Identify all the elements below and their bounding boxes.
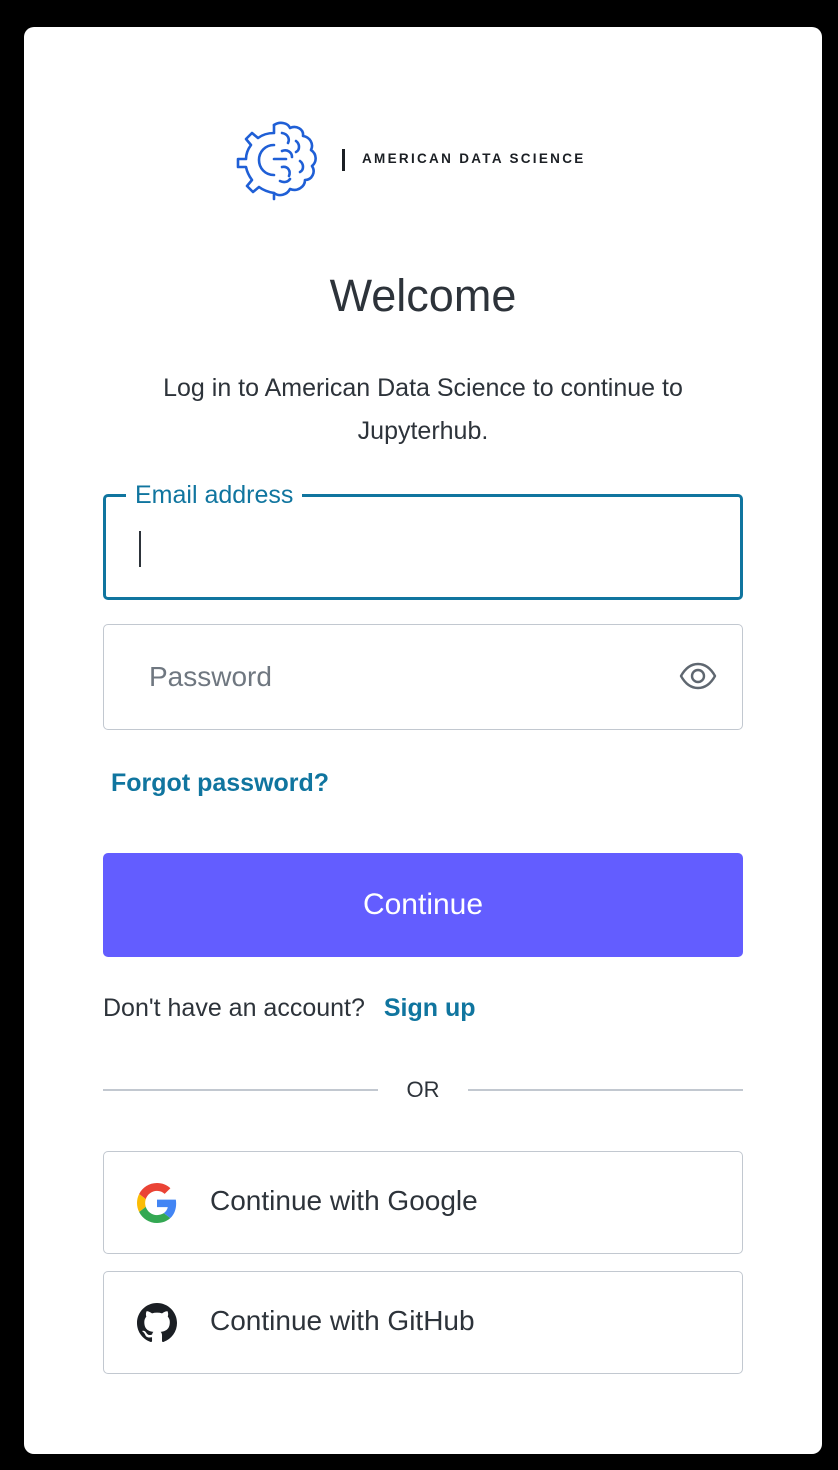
continue-with-google-button[interactable]: Continue with Google bbox=[103, 1151, 743, 1254]
password-placeholder: Password bbox=[149, 661, 272, 692]
signup-row: Don't have an account? Sign up bbox=[103, 994, 476, 1023]
page-title: Welcome bbox=[329, 270, 517, 321]
or-divider: OR bbox=[103, 1077, 743, 1107]
github-button-label: Continue with GitHub bbox=[210, 1305, 475, 1336]
brain-gear-icon bbox=[236, 121, 317, 201]
signup-link[interactable]: Sign up bbox=[384, 994, 476, 1022]
password-field[interactable]: Password bbox=[103, 624, 743, 730]
login-card: AMERICAN DATA SCIENCE Welcome Log in to … bbox=[24, 27, 822, 1454]
continue-with-github-button[interactable]: Continue with GitHub bbox=[103, 1271, 743, 1374]
eye-icon[interactable] bbox=[678, 660, 718, 692]
email-field[interactable]: Email address bbox=[103, 480, 743, 600]
google-icon bbox=[137, 1183, 177, 1223]
brand-divider bbox=[342, 149, 345, 171]
continue-button[interactable]: Continue bbox=[103, 853, 743, 957]
email-field-label: Email address bbox=[126, 480, 303, 510]
page-subtitle: Log in to American Data Science to conti… bbox=[163, 374, 683, 445]
github-icon bbox=[137, 1303, 177, 1343]
divider-line-right bbox=[468, 1089, 743, 1091]
google-button-label: Continue with Google bbox=[210, 1185, 478, 1216]
brand-name: AMERICAN DATA SCIENCE bbox=[362, 151, 586, 166]
forgot-password-link[interactable]: Forgot password? bbox=[111, 769, 329, 798]
signup-prompt: Don't have an account? bbox=[103, 994, 365, 1022]
text-caret bbox=[139, 531, 141, 567]
